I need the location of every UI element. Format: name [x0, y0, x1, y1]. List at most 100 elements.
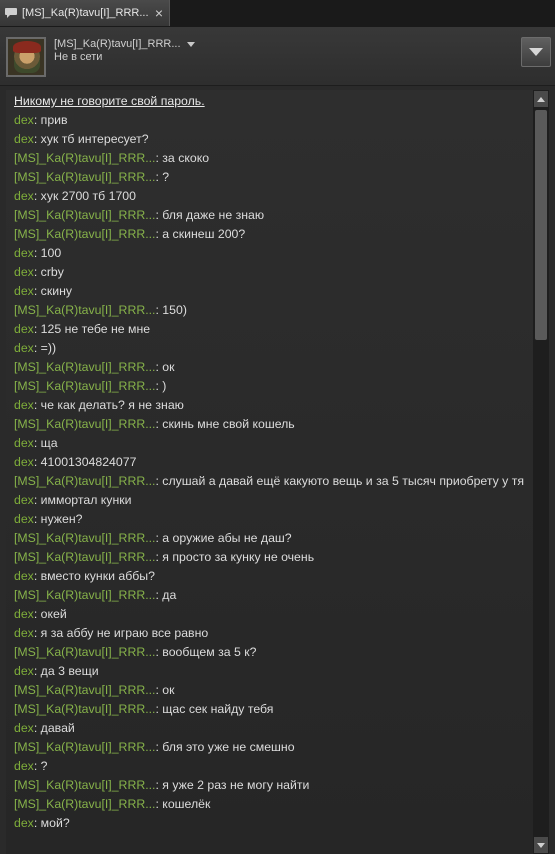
- sender-separator: :: [33, 284, 41, 298]
- message-sender[interactable]: [MS]_Ka(R)tavu[I]_RRR...: [14, 360, 155, 374]
- chat-message: [MS]_Ka(R)tavu[I]_RRR...: за скоко: [6, 149, 533, 168]
- close-icon[interactable]: ×: [151, 5, 167, 21]
- message-text: бля это уже не смешно: [162, 740, 295, 754]
- message-text: давай: [40, 721, 75, 735]
- message-sender[interactable]: dex: [14, 664, 34, 678]
- message-text: хук тб интересует?: [40, 132, 149, 146]
- message-sender[interactable]: dex: [14, 341, 34, 355]
- message-sender[interactable]: [MS]_Ka(R)tavu[I]_RRR...: [14, 702, 155, 716]
- message-text: кошелёк: [162, 797, 211, 811]
- message-text: скину: [40, 284, 73, 298]
- message-sender[interactable]: [MS]_Ka(R)tavu[I]_RRR...: [14, 550, 155, 564]
- message-sender[interactable]: [MS]_Ka(R)tavu[I]_RRR...: [14, 740, 155, 754]
- avatar-cap: [13, 41, 41, 53]
- sender-separator: :: [33, 569, 41, 583]
- message-sender[interactable]: dex: [14, 759, 34, 773]
- message-sender[interactable]: [MS]_Ka(R)tavu[I]_RRR...: [14, 379, 155, 393]
- message-sender[interactable]: dex: [14, 436, 34, 450]
- chat-message: dex: да 3 вещи: [6, 662, 533, 681]
- message-sender[interactable]: [MS]_Ka(R)tavu[I]_RRR...: [14, 303, 155, 317]
- message-sender[interactable]: [MS]_Ka(R)tavu[I]_RRR...: [14, 474, 155, 488]
- chat-message: [MS]_Ka(R)tavu[I]_RRR...: а оружие абы н…: [6, 529, 533, 548]
- friend-status: Не в сети: [54, 51, 103, 63]
- chat-message: [MS]_Ka(R)tavu[I]_RRR...: скинь мне свой…: [6, 415, 533, 434]
- sender-separator: :: [33, 189, 41, 203]
- message-text: ): [162, 379, 167, 393]
- chat-message: dex: хук 2700 тб 1700: [6, 187, 533, 206]
- message-sender[interactable]: dex: [14, 265, 34, 279]
- message-sender[interactable]: dex: [14, 493, 34, 507]
- message-sender[interactable]: dex: [14, 816, 34, 830]
- message-sender[interactable]: dex: [14, 284, 34, 298]
- tab-title: [MS]_Ka(R)tavu[I]_RRR...: [22, 7, 149, 19]
- message-sender[interactable]: [MS]_Ka(R)tavu[I]_RRR...: [14, 797, 155, 811]
- message-text: бля даже не знаю: [162, 208, 265, 222]
- avatar[interactable]: [6, 37, 46, 77]
- chat-message: [MS]_Ka(R)tavu[I]_RRR...: щас сек найду …: [6, 700, 533, 719]
- sender-separator: :: [33, 246, 41, 260]
- message-sender[interactable]: [MS]_Ka(R)tavu[I]_RRR...: [14, 645, 155, 659]
- message-sender[interactable]: dex: [14, 322, 34, 336]
- chat-message: dex: ща: [6, 434, 533, 453]
- message-sender[interactable]: [MS]_Ka(R)tavu[I]_RRR...: [14, 588, 155, 602]
- chat-window: [MS]_Ka(R)tavu[I]_RRR... × [MS]_Ka(R)tav…: [0, 0, 555, 854]
- message-text: хук 2700 тб 1700: [40, 189, 136, 203]
- message-text: ок: [162, 683, 175, 697]
- options-menu-button[interactable]: [521, 37, 551, 67]
- message-text: вместо кунки аббы?: [40, 569, 155, 583]
- chat-message: [MS]_Ka(R)tavu[I]_RRR...: слушай а давай…: [6, 472, 533, 491]
- message-sender[interactable]: dex: [14, 721, 34, 735]
- message-text: да 3 вещи: [40, 664, 99, 678]
- sender-separator: :: [33, 759, 41, 773]
- sender-separator: :: [33, 132, 41, 146]
- chat-message: dex: crby: [6, 263, 533, 282]
- message-text: окей: [40, 607, 67, 621]
- chevron-down-icon: [186, 41, 195, 47]
- message-text: мой?: [40, 816, 70, 830]
- message-text: 150): [162, 303, 187, 317]
- message-text: нужен?: [40, 512, 83, 526]
- chat-scrollbar[interactable]: [533, 90, 549, 854]
- chat-history[interactable]: Никому не говорите свой пароль. dex: при…: [6, 90, 533, 854]
- message-text: ок: [162, 360, 175, 374]
- message-sender[interactable]: dex: [14, 607, 34, 621]
- message-sender[interactable]: [MS]_Ka(R)tavu[I]_RRR...: [14, 208, 155, 222]
- sender-separator: :: [33, 265, 41, 279]
- chat-message: dex: 125 не тебе не мне: [6, 320, 533, 339]
- sender-separator: :: [33, 816, 41, 830]
- sender-separator: :: [33, 721, 41, 735]
- message-sender[interactable]: [MS]_Ka(R)tavu[I]_RRR...: [14, 417, 155, 431]
- message-sender[interactable]: [MS]_Ka(R)tavu[I]_RRR...: [14, 151, 155, 165]
- message-sender[interactable]: dex: [14, 132, 34, 146]
- message-sender[interactable]: [MS]_Ka(R)tavu[I]_RRR...: [14, 170, 155, 184]
- message-sender[interactable]: dex: [14, 189, 34, 203]
- message-sender[interactable]: [MS]_Ka(R)tavu[I]_RRR...: [14, 227, 155, 241]
- message-sender[interactable]: [MS]_Ka(R)tavu[I]_RRR...: [14, 778, 155, 792]
- message-text: я уже 2 раз не могу найти: [162, 778, 310, 792]
- chat-message: [MS]_Ka(R)tavu[I]_RRR...: а скинеш 200?: [6, 225, 533, 244]
- message-sender[interactable]: dex: [14, 113, 34, 127]
- message-sender[interactable]: [MS]_Ka(R)tavu[I]_RRR...: [14, 683, 155, 697]
- chat-message: [MS]_Ka(R)tavu[I]_RRR...: я просто за ку…: [6, 548, 533, 567]
- scroll-down-button[interactable]: [534, 837, 548, 853]
- message-text: че как делать? я не знаю: [40, 398, 184, 412]
- message-sender[interactable]: dex: [14, 626, 34, 640]
- chat-message: dex: че как делать? я не знаю: [6, 396, 533, 415]
- message-sender[interactable]: dex: [14, 246, 34, 260]
- message-sender[interactable]: dex: [14, 512, 34, 526]
- scroll-thumb[interactable]: [535, 110, 547, 340]
- sender-separator: :: [33, 493, 41, 507]
- message-sender[interactable]: [MS]_Ka(R)tavu[I]_RRR...: [14, 531, 155, 545]
- chat-message: [MS]_Ka(R)tavu[I]_RRR...: вообщем за 5 к…: [6, 643, 533, 662]
- friend-name-dropdown[interactable]: [MS]_Ka(R)tavu[I]_RRR...: [54, 38, 195, 50]
- message-text: ?: [162, 170, 170, 184]
- message-sender[interactable]: dex: [14, 569, 34, 583]
- message-sender[interactable]: dex: [14, 455, 34, 469]
- chat-tab[interactable]: [MS]_Ka(R)tavu[I]_RRR... ×: [0, 0, 170, 26]
- sender-separator: :: [33, 607, 41, 621]
- message-text: 41001304824077: [40, 455, 137, 469]
- message-sender[interactable]: dex: [14, 398, 34, 412]
- chat-message: dex: =)): [6, 339, 533, 358]
- scroll-up-button[interactable]: [534, 91, 548, 107]
- tab-bar: [MS]_Ka(R)tavu[I]_RRR... ×: [0, 0, 555, 28]
